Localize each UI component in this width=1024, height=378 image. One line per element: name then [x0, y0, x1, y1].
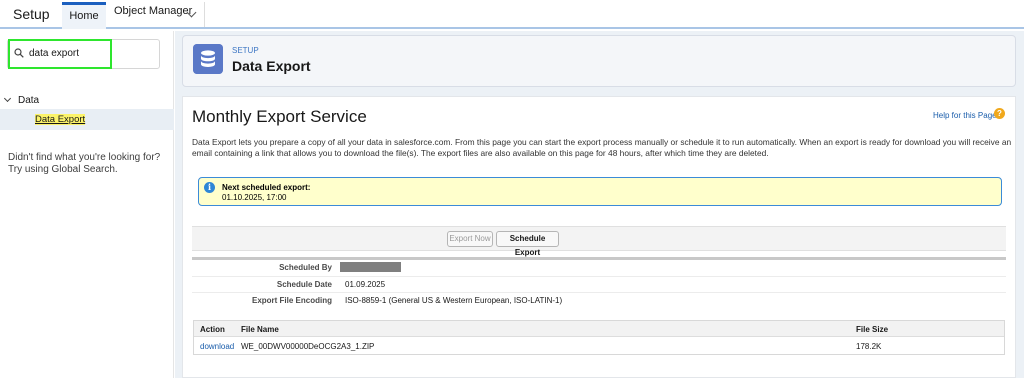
database-icon: [193, 44, 223, 74]
column-header-action: Action: [200, 325, 225, 334]
sidebar-help-text: Try using Global Search.: [8, 164, 118, 175]
column-header-file-size: File Size: [856, 325, 889, 334]
tree-item-data-export-row[interactable]: [0, 109, 174, 130]
schedule-date-value: 01.09.2025: [345, 280, 386, 289]
schedule-date-label: Schedule Date: [276, 280, 332, 289]
page-title: Data Export: [232, 58, 311, 74]
sidebar-help-text: Didn't find what you're looking for?: [8, 152, 161, 163]
row-divider: [192, 276, 1006, 277]
export-now-button[interactable]: Export Now: [447, 231, 493, 247]
section-heading: Monthly Export Service: [192, 107, 367, 126]
setup-sidebar: [0, 31, 174, 378]
help-icon[interactable]: ?: [994, 108, 1005, 119]
notice-title: Next scheduled export:: [222, 183, 311, 192]
encoding-value: ISO-8859-1 (General US & Western Europea…: [345, 296, 563, 305]
tab-divider: [204, 2, 205, 27]
redacted-value: [340, 262, 401, 272]
page-eyebrow: SETUP: [232, 46, 259, 55]
tab-home[interactable]: Home: [62, 2, 106, 29]
column-header-file-name: File Name: [241, 325, 279, 334]
row-divider: [192, 292, 1006, 293]
info-icon: i: [204, 182, 215, 193]
notice-date: 01.10.2025, 17:00: [222, 193, 287, 202]
help-link[interactable]: Help for this Page: [933, 111, 997, 120]
search-icon: [14, 48, 24, 58]
file-name-cell: WE_00DWV00000DeOCG2A3_1.ZIP: [241, 342, 375, 351]
encoding-label: Export File Encoding: [251, 296, 332, 305]
scheduled-by-label: Scheduled By: [279, 263, 332, 272]
file-size-cell: 178.2K: [856, 342, 882, 351]
tab-object-manager[interactable]: Object Manager: [114, 5, 192, 17]
download-link[interactable]: download: [200, 342, 234, 351]
button-bar: [192, 226, 1006, 251]
quick-find-input[interactable]: [29, 45, 109, 61]
tree-group-data[interactable]: Data: [18, 95, 39, 106]
schedule-export-button[interactable]: Schedule Export: [496, 231, 559, 257]
page-description: Data Export lets you prepare a copy of a…: [192, 137, 1012, 158]
app-title: Setup: [13, 6, 50, 22]
schedule-notice: [198, 177, 1002, 206]
tree-item-data-export[interactable]: Data Export: [35, 114, 86, 125]
